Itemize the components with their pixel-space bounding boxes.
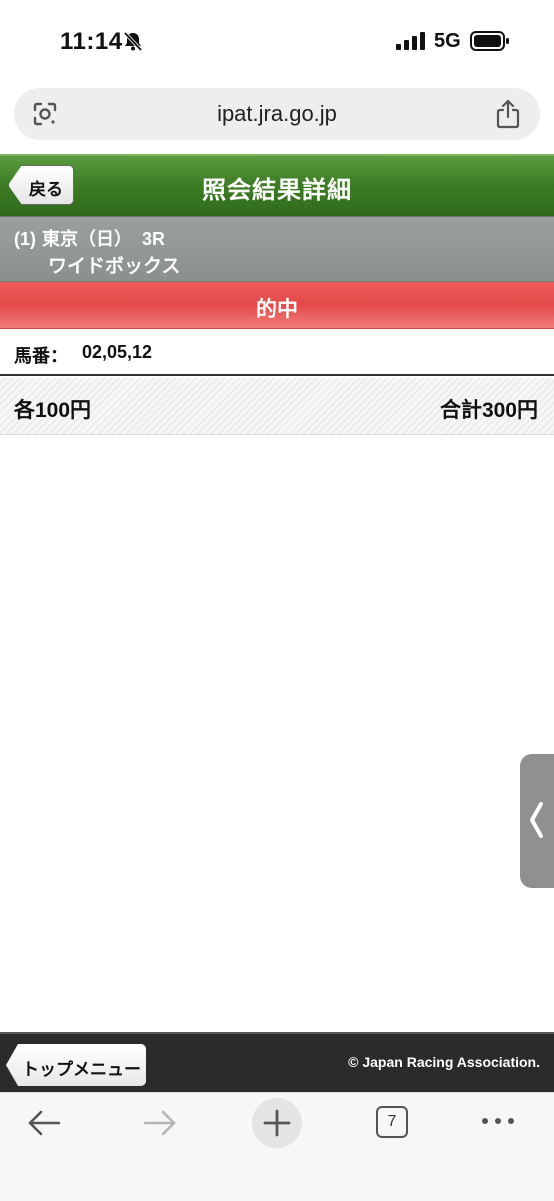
result-band: 的中: [0, 282, 554, 329]
plus-icon: [263, 1109, 291, 1137]
page-footer: トップメニュー © Japan Racing Association.: [0, 1032, 554, 1092]
share-icon[interactable]: [496, 99, 520, 129]
race-venue-day: 東京（日）: [42, 229, 132, 249]
horse-numbers-row: 馬番： 02,05,12: [0, 330, 554, 376]
side-panel-handle[interactable]: [520, 754, 554, 888]
browser-toolbar: 7: [0, 1092, 554, 1201]
top-menu-button[interactable]: トップメニュー: [6, 1044, 146, 1086]
signal-icon: [396, 32, 425, 50]
arrow-right-icon[interactable]: [142, 1107, 178, 1139]
race-heading: (1) 東京（日） 3R: [14, 225, 165, 251]
arrow-left-icon[interactable]: [26, 1107, 62, 1139]
race-info: (1) 東京（日） 3R ワイドボックス: [0, 216, 554, 282]
chevron-left-icon: [530, 802, 543, 838]
bell-off-icon: [123, 31, 143, 52]
race-name: 3R: [142, 229, 166, 249]
battery-icon: [470, 31, 509, 51]
result-status: 的中: [256, 298, 298, 321]
amount-total: 合計300円: [439, 399, 538, 422]
horse-numbers-label: 馬番：: [14, 346, 68, 366]
top-menu-label[interactable]: トップメニュー: [22, 1055, 141, 1080]
network-label: 5G: [434, 30, 461, 52]
amount-each: 各100円: [14, 399, 92, 422]
address-bar[interactable]: ipat.jra.go.jp: [14, 88, 540, 140]
page-title: 照会結果詳細: [202, 177, 352, 204]
bet-type: ワイドボックス: [48, 256, 181, 277]
amount-row: 各100円 合計300円: [0, 378, 554, 435]
url-text[interactable]: ipat.jra.go.jp: [14, 101, 540, 127]
status-time: 11:14: [60, 28, 123, 55]
copyright-text: © Japan Racing Association.: [348, 1054, 540, 1070]
page-header: 戻る 照会結果詳細: [0, 154, 554, 217]
status-bar: 11:14 5G: [0, 0, 554, 84]
tabs-icon[interactable]: 7: [376, 1106, 408, 1138]
horse-numbers-value: 02,05,12: [82, 342, 153, 362]
more-icon[interactable]: [480, 1113, 516, 1129]
new-tab-button[interactable]: [252, 1098, 302, 1148]
race-number: (1): [14, 229, 36, 249]
